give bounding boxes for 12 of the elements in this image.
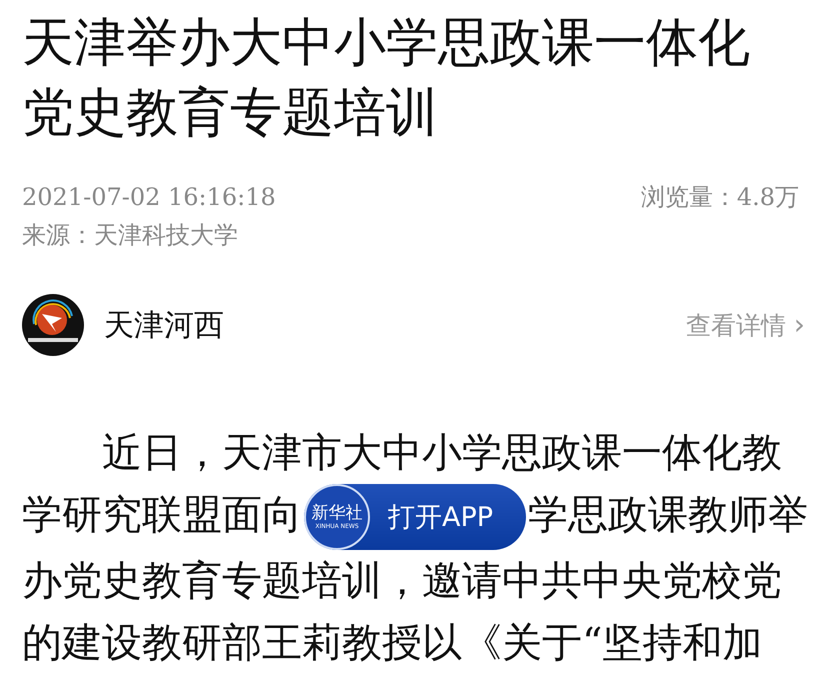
view-count: 浏览量：4.8万 <box>640 182 799 213</box>
paragraph-text: 学思政课教师举 <box>528 491 808 540</box>
logo-icon <box>22 294 84 356</box>
paragraph-text: 学研究联盟面向 <box>22 491 302 540</box>
author-name: 天津河西 <box>104 306 224 344</box>
paragraph-text: 办党史教育专题培训，邀请中共中央党校党 <box>22 557 782 606</box>
paragraph-text: 的建设教研部王莉教授以《关于“坚持和加 <box>22 619 762 668</box>
publish-time: 2021-07-02 16:16:18 <box>22 182 276 213</box>
article-title: 党史教育专题培训 <box>22 82 438 145</box>
paragraph-text: 近日，天津市大中小学思政课一体化教 <box>102 429 782 478</box>
article-source: 来源：天津科技大学 <box>22 220 238 251</box>
article-title: 天津举办大中小学思政课一体化 <box>22 12 750 75</box>
